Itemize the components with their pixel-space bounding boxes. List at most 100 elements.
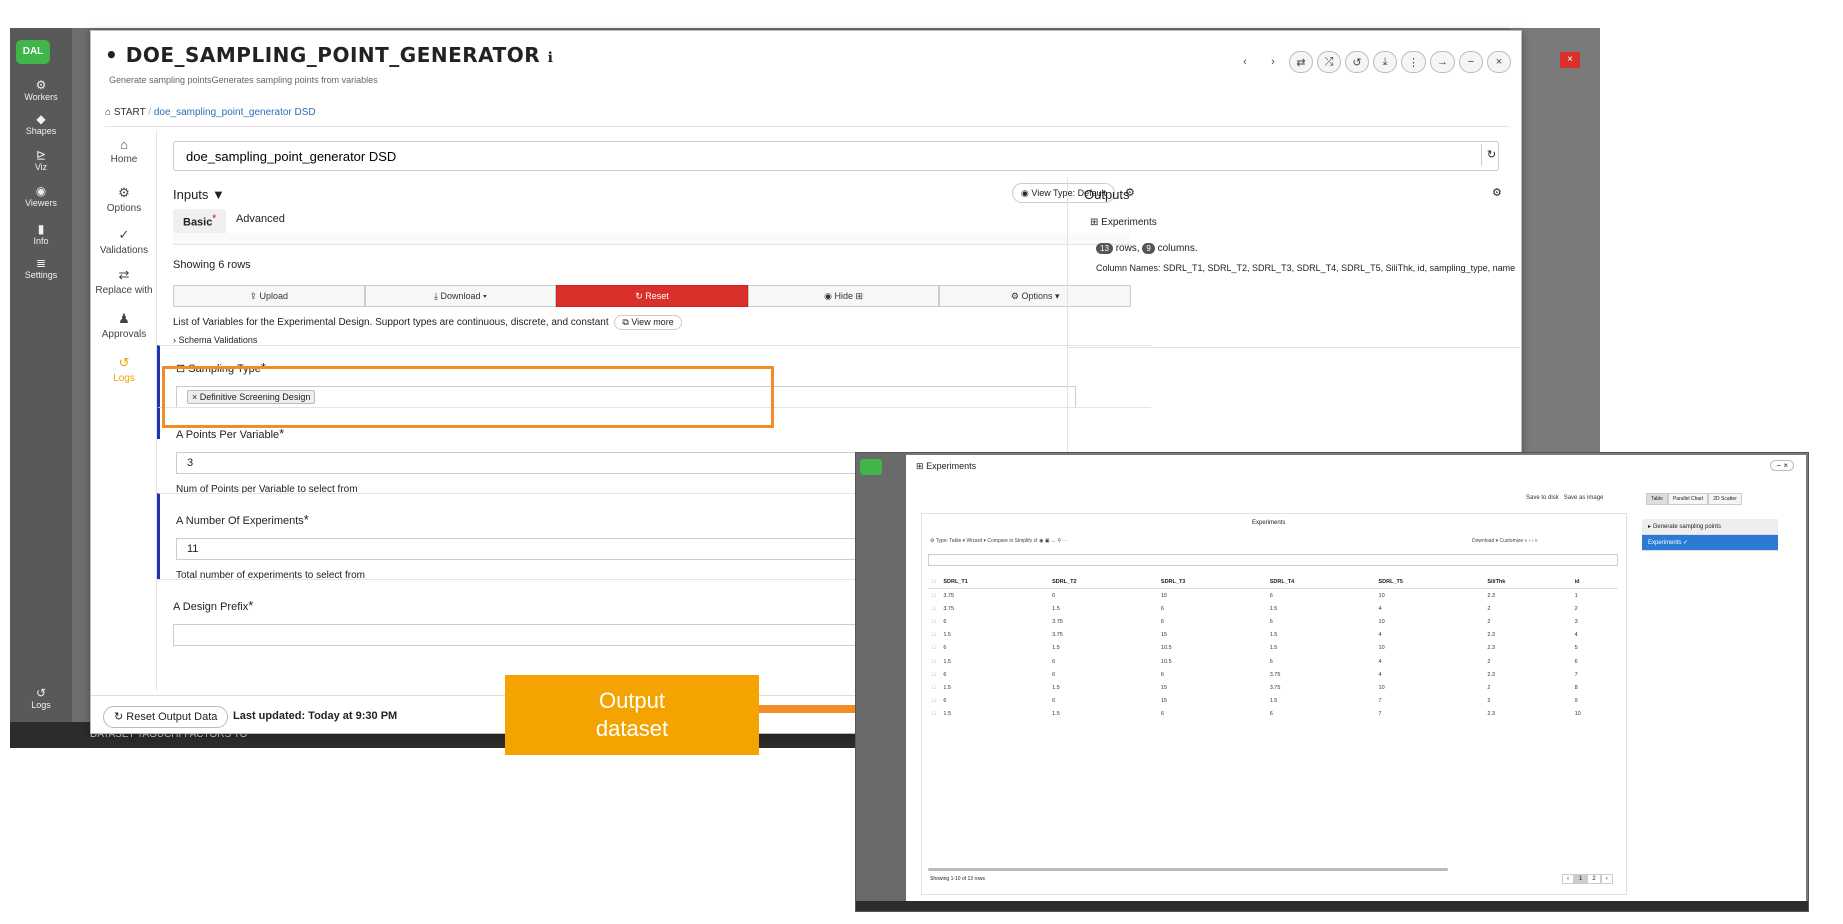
row-checkbox[interactable]: □ — [928, 602, 939, 615]
table-toolbar[interactable]: ⚙ Type: Table ▾ Wizard ▾ Compare in Simp… — [930, 538, 1067, 544]
nav-options[interactable]: ⚙ Options — [91, 185, 157, 214]
page-2[interactable]: 2 — [1587, 874, 1601, 884]
page-next[interactable]: › — [1600, 874, 1613, 884]
prev-icon[interactable]: ‹ — [1233, 51, 1257, 73]
experiments-window-taskbar — [856, 901, 1808, 911]
page-1[interactable]: 1 — [1574, 874, 1588, 884]
reset-output-button[interactable]: ↻ Reset Output Data — [103, 706, 229, 728]
variables-table-remnant[interactable] — [173, 233, 1131, 245]
table-cell: 10 — [1378, 618, 1385, 625]
filter-icon[interactable]: ▼ — [212, 187, 225, 202]
row-checkbox[interactable]: □ — [928, 642, 939, 655]
column-header[interactable]: SDRL_T2 — [1048, 576, 1157, 589]
sidebar-item-viewers[interactable]: ◉ Viewers — [10, 184, 72, 208]
column-header[interactable]: SDRL_T3 — [1156, 576, 1266, 589]
sidebar-item-logs[interactable]: ↺ Logs — [10, 686, 72, 710]
window-controls[interactable]: − × — [1770, 460, 1794, 471]
table-cell: 6 — [1160, 671, 1164, 678]
row-checkbox[interactable]: □ — [928, 668, 939, 681]
table-row[interactable]: □ 6 6 6 3.75 4 2.3 7 — [928, 668, 1618, 681]
table-cell: 6 — [1269, 711, 1273, 718]
experiments-window-title: ⊞ Experiments — [916, 461, 977, 471]
tab-table[interactable]: Table — [1646, 493, 1668, 505]
nav-home[interactable]: ⌂ Home — [91, 137, 157, 165]
nav-approvals[interactable]: ♟ Approvals — [91, 311, 157, 340]
view-more-button[interactable]: ⧉ View more — [614, 315, 682, 330]
gear-icon[interactable]: ⚙ — [1492, 186, 1502, 199]
breadcrumb-start[interactable]: START — [114, 107, 146, 118]
table-cell: 1.5 — [943, 632, 951, 639]
breadcrumb-current[interactable]: doe_sampling_point_generator DSD — [154, 107, 316, 118]
download-button[interactable]: ⤓ Download ▾ — [364, 285, 557, 307]
output-experiments[interactable]: ⊞ Experiments — [1090, 217, 1157, 228]
output-column-names: Column Names: SDRL_T1, SDRL_T2, SDRL_T3,… — [1096, 263, 1516, 273]
save-as-image-button[interactable]: Save as image — [1564, 495, 1604, 501]
row-checkbox[interactable]: □ — [928, 589, 939, 603]
table-row[interactable]: □ 3.75 1.5 6 1.5 4 2 2 — [928, 602, 1618, 615]
schema-validations-toggle[interactable]: › Schema Validations — [173, 335, 257, 345]
table-row[interactable]: □ 1.5 6 10.5 6 4 2 6 — [928, 655, 1618, 668]
swap-icon[interactable]: ⇄ — [1289, 51, 1313, 73]
table-row[interactable]: □ 1.5 3.75 15 1.5 4 2.3 4 — [928, 629, 1618, 642]
more-icon[interactable]: ⋮ — [1401, 51, 1426, 73]
table-toolbar-right[interactable]: Download ▾ Customize « ‹ › » — [1472, 538, 1538, 544]
home-icon[interactable]: ⌂ — [105, 107, 111, 118]
table-cell: 10 — [1378, 684, 1385, 691]
table-row[interactable]: □ 3.75 6 15 6 10 2.3 1 — [928, 589, 1618, 603]
page-prev[interactable]: ‹ — [1562, 874, 1574, 884]
sidebar-item-settings[interactable]: ≣ Settings — [10, 256, 72, 280]
column-header[interactable]: SiliThk — [1483, 576, 1571, 589]
tree-item-experiments[interactable]: Experiments ✓ — [1642, 535, 1778, 551]
horizontal-scrollbar[interactable] — [928, 868, 1448, 871]
sidebar-item-workers[interactable]: ⚙ Workers — [10, 78, 72, 102]
minimize-icon[interactable]: − — [1459, 51, 1483, 73]
save-to-disk-button[interactable]: Save to disk — [1526, 495, 1559, 501]
reset-button[interactable]: ↻ Reset — [556, 285, 748, 307]
table-search-input[interactable] — [928, 554, 1618, 566]
table-cell: 3.75 — [1269, 684, 1281, 691]
close-icon[interactable]: × — [1487, 51, 1511, 73]
sidebar-item-shapes[interactable]: ◆ Shapes — [10, 112, 72, 136]
nav-validations[interactable]: ✓ Validations — [91, 227, 157, 256]
column-header[interactable]: SDRL_T5 — [1374, 576, 1484, 589]
nav-replace-with[interactable]: ⇄ Replace with — [91, 267, 157, 296]
table-row[interactable]: □ 6 1.5 10.5 1.5 10 2.3 5 — [928, 642, 1618, 655]
close-icon[interactable]: × — [1560, 52, 1580, 68]
cols-badge: 9 — [1142, 243, 1155, 254]
row-checkbox[interactable]: □ — [928, 615, 939, 628]
sidebar-item-viz[interactable]: ⊵ Viz — [10, 148, 72, 172]
upload-button[interactable]: ⇪ Upload — [173, 285, 365, 307]
shuffle-icon[interactable]: ⤮ — [1317, 51, 1341, 73]
tree-item-generate[interactable]: ▸ Generate sampling points — [1642, 519, 1778, 535]
row-checkbox[interactable]: □ — [928, 681, 939, 694]
arrow-right-icon[interactable]: → — [1430, 51, 1455, 73]
select-all-checkbox[interactable]: □ — [928, 576, 940, 589]
table-row[interactable]: □ 6 3.75 6 6 10 2 3 — [928, 615, 1618, 628]
table-row[interactable]: □ 6 6 15 1.5 7 2 9 — [928, 695, 1618, 708]
sidebar-item-info[interactable]: ▮ Info — [10, 222, 72, 246]
modal-title: • DOE_SAMPLING_POINT_GENERATOR ℹ — [105, 43, 554, 67]
refresh-icon[interactable]: ↻ — [1481, 144, 1501, 166]
tab-2d-scatter[interactable]: 2D Scatter — [1708, 493, 1742, 505]
row-checkbox[interactable]: □ — [928, 629, 939, 642]
row-checkbox[interactable]: □ — [928, 708, 939, 721]
tab-parallel-chart[interactable]: Parallel Chart — [1667, 493, 1709, 505]
info-icon[interactable]: ℹ — [548, 50, 554, 66]
tab-basic[interactable]: Basic* — [173, 209, 226, 235]
hide-button[interactable]: ◉ Hide ⊞ — [747, 285, 940, 307]
tab-advanced[interactable]: Advanced — [226, 209, 295, 235]
eye-icon: ◉ — [1021, 188, 1029, 198]
table-row[interactable]: □ 1.5 1.5 15 3.75 10 2 8 — [928, 681, 1618, 694]
worker-name-input[interactable] — [173, 141, 1499, 171]
table-cell: 9 — [1574, 698, 1578, 705]
column-header[interactable]: SDRL_T1 — [939, 576, 1049, 589]
next-icon[interactable]: › — [1261, 51, 1285, 73]
undo-icon[interactable]: ↺ — [1345, 51, 1369, 73]
column-header[interactable]: id — [1570, 576, 1618, 589]
download-icon[interactable]: ⤓ — [1373, 51, 1397, 73]
column-header[interactable]: SDRL_T4 — [1265, 576, 1375, 589]
table-row[interactable]: □ 1.5 1.5 6 6 7 2.3 10 — [928, 708, 1618, 721]
row-checkbox[interactable]: □ — [928, 695, 939, 708]
nav-logs[interactable]: ↺ Logs — [91, 355, 157, 384]
row-checkbox[interactable]: □ — [928, 655, 939, 668]
